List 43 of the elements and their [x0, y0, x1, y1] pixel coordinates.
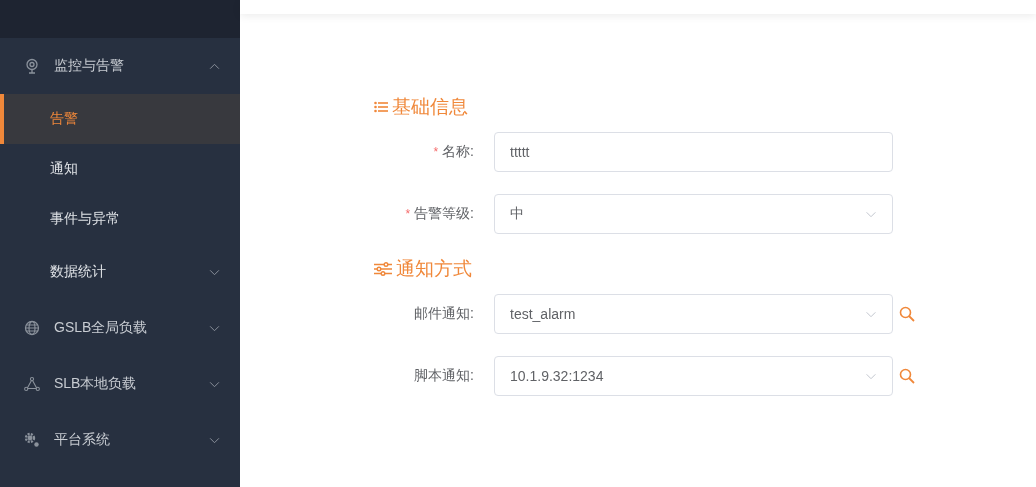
sliders-icon — [374, 262, 392, 276]
field-value: ttttt — [510, 144, 531, 160]
menu-group-label: GSLB全局负载 — [54, 319, 149, 337]
select-field[interactable]: 中 — [494, 194, 893, 234]
menu-group[interactable]: SLB本地负载 — [0, 356, 240, 412]
menu-group-label: 监控与告警 — [54, 57, 125, 75]
menu-group[interactable]: 平台系统 — [0, 412, 240, 468]
menu-group-label: SLB本地负载 — [54, 375, 138, 393]
field-label: 邮件通知: — [414, 305, 474, 323]
menu-item-label: 告警 — [50, 110, 79, 128]
globe-icon — [24, 320, 40, 336]
field-value: test_alarm — [510, 306, 577, 322]
field-label: 名称: — [442, 143, 474, 161]
required-mark: * — [405, 207, 411, 221]
select-field[interactable]: 10.1.9.32:1234 — [494, 356, 893, 396]
menu-item[interactable]: 告警 — [0, 94, 240, 144]
menu-item-label: 数据统计 — [50, 263, 107, 281]
search-icon[interactable] — [899, 368, 915, 384]
field-value: 中 — [510, 205, 525, 223]
chevron-down-icon — [865, 310, 877, 318]
required-mark: * — [433, 145, 439, 159]
webcam-icon — [24, 58, 40, 74]
gears-icon — [24, 432, 40, 448]
field-value: 10.1.9.32:1234 — [510, 368, 605, 384]
list-icon — [374, 101, 388, 113]
menu-group[interactable]: GSLB全局负载 — [0, 300, 240, 356]
menu-group-label: 平台系统 — [54, 431, 111, 449]
input-field[interactable]: ttttt — [494, 132, 893, 172]
chevron-down-icon — [865, 372, 877, 380]
field-label: 脚本通知: — [414, 367, 474, 385]
menu-item[interactable]: 通知 — [0, 144, 240, 194]
section-title: 基础信息 — [392, 95, 468, 119]
section-title: 通知方式 — [396, 257, 472, 281]
menu-group[interactable]: 监控与告警 — [0, 38, 240, 94]
search-icon[interactable] — [899, 306, 915, 322]
menu-item[interactable]: 数据统计 — [0, 244, 240, 300]
menu-item-label: 通知 — [50, 160, 79, 178]
chevron-down-icon — [865, 210, 877, 218]
select-field[interactable]: test_alarm — [494, 294, 893, 334]
menu-item-label: 事件与异常 — [50, 210, 121, 228]
field-label: 告警等级: — [414, 205, 474, 223]
network-icon — [24, 376, 40, 392]
menu-item[interactable]: 事件与异常 — [0, 194, 240, 244]
